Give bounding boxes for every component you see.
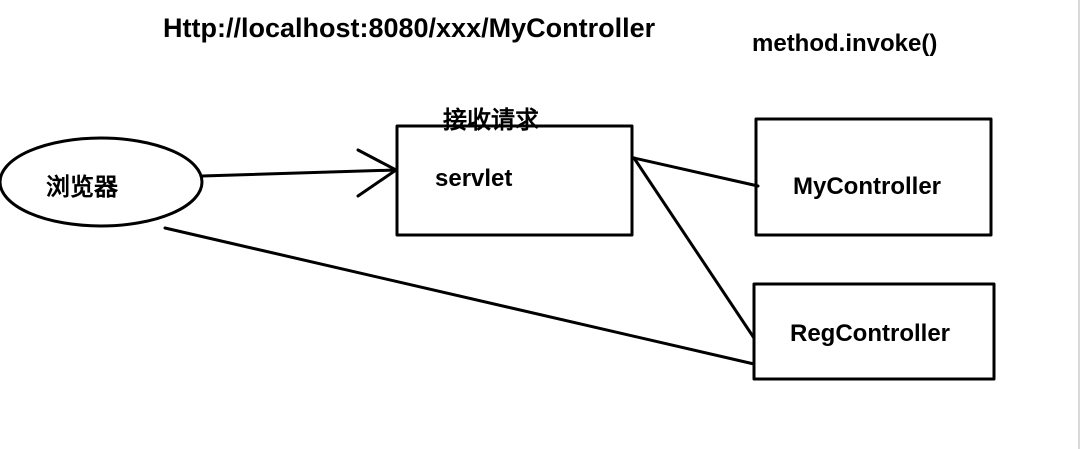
servlet-to-regcontroller-line xyxy=(632,156,756,340)
reg-controller-label: RegController xyxy=(790,320,950,347)
servlet-node xyxy=(395,124,634,237)
url-label: Http://localhost:8080/xxx/MyController xyxy=(163,13,656,43)
browser-label: 浏览器 xyxy=(46,173,119,201)
diagram-canvas: Http://localhost:8080/xxx/MyController m… xyxy=(0,13,996,381)
browser-to-servlet-arrow xyxy=(200,168,398,178)
my-controller-label: MyController xyxy=(793,173,941,200)
servlet-label: servlet xyxy=(435,165,512,192)
receive-request-label: 接收请求 xyxy=(443,106,539,134)
browser-to-regcontroller-line xyxy=(163,226,756,366)
invoke-label: method.invoke() xyxy=(752,30,937,57)
arrow-head xyxy=(356,148,398,198)
servlet-to-mycontroller-line xyxy=(632,156,760,188)
